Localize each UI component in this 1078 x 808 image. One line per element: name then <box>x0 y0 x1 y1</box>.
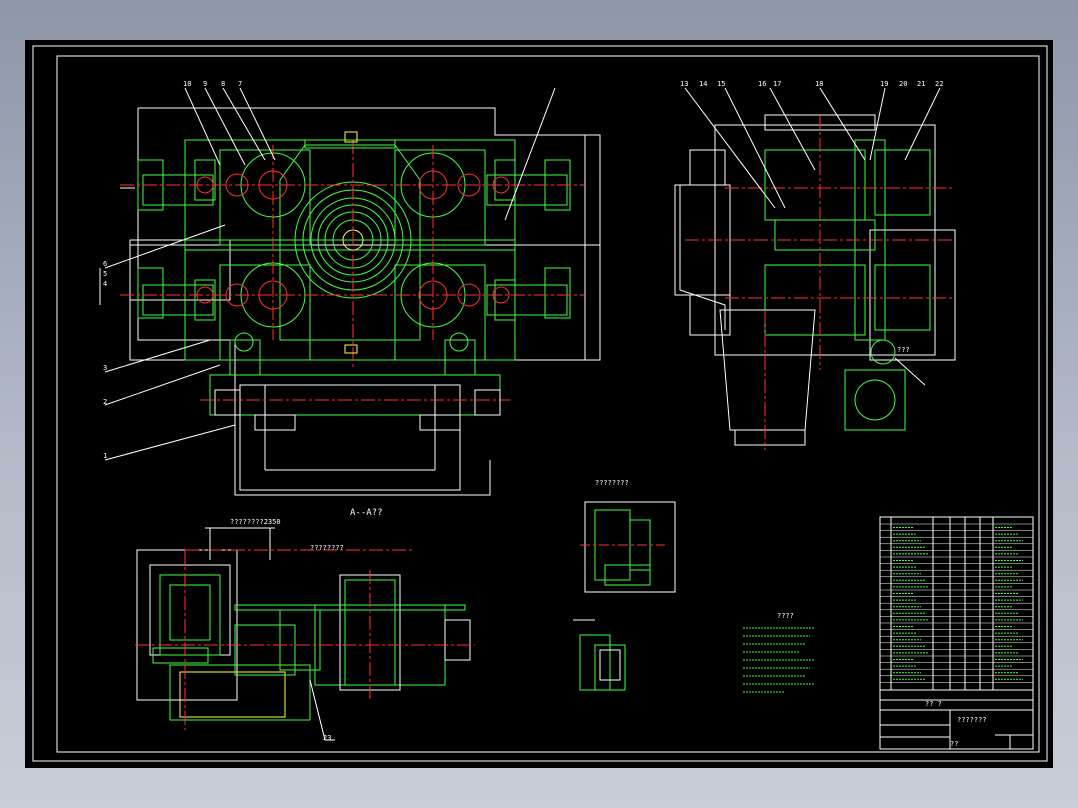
scale-label: ?? ? <box>925 700 942 708</box>
right-callout-9: 21 <box>917 80 925 88</box>
right-callout-5: 17 <box>773 80 781 88</box>
front-view <box>99 87 601 496</box>
left-callout-10: 1 <box>103 452 107 460</box>
left-callout-8: 3 <box>103 364 107 372</box>
right-callout-1: 13 <box>680 80 688 88</box>
detail-label: ???????? <box>595 479 629 487</box>
right-callouts: 13 14 15 16 17 18 19 20 21 22 <box>680 80 943 88</box>
right-callout-3: 15 <box>717 80 725 88</box>
section-a-a-view <box>135 527 475 741</box>
right-callout-2: 14 <box>699 80 707 88</box>
right-callout-10: 22 <box>935 80 943 88</box>
right-callout-8: 20 <box>899 80 907 88</box>
left-callouts: 10 9 8 7 6 5 4 3 2 1 <box>103 80 242 460</box>
right-callout-6: 18 <box>815 80 823 88</box>
title-block-name: ??????? <box>957 716 987 724</box>
section-dimension-text: ???????? <box>310 544 344 552</box>
left-callout-3: 8 <box>221 80 225 88</box>
detail-views <box>573 501 676 691</box>
callout-23: 23 <box>323 734 331 742</box>
left-callout-2: 9 <box>203 80 207 88</box>
left-callout-1: 10 <box>183 80 191 88</box>
side-view <box>674 87 956 450</box>
section-title: A--A?? <box>350 508 383 518</box>
right-callout-7: 19 <box>880 80 888 88</box>
left-callout-9: 2 <box>103 398 107 406</box>
right-callout-4: 16 <box>758 80 766 88</box>
section-a-label: ????????2350 <box>230 518 281 526</box>
title-block-code: ?? <box>950 740 958 748</box>
tech-notes-title: ???? <box>777 612 794 620</box>
technical-notes <box>743 627 815 693</box>
small-label-right: ??? <box>897 346 910 354</box>
assembly-drawing: A--A?? ????????2350 ???????? ???????? ??… <box>32 45 1048 762</box>
left-callout-4: 7 <box>238 80 242 88</box>
left-callout-6: 5 <box>103 270 107 278</box>
left-callout-7: 4 <box>103 280 107 288</box>
left-callout-5: 6 <box>103 260 107 268</box>
cad-drawing-sheet: A--A?? ????????2350 ???????? ???????? ??… <box>25 40 1053 768</box>
